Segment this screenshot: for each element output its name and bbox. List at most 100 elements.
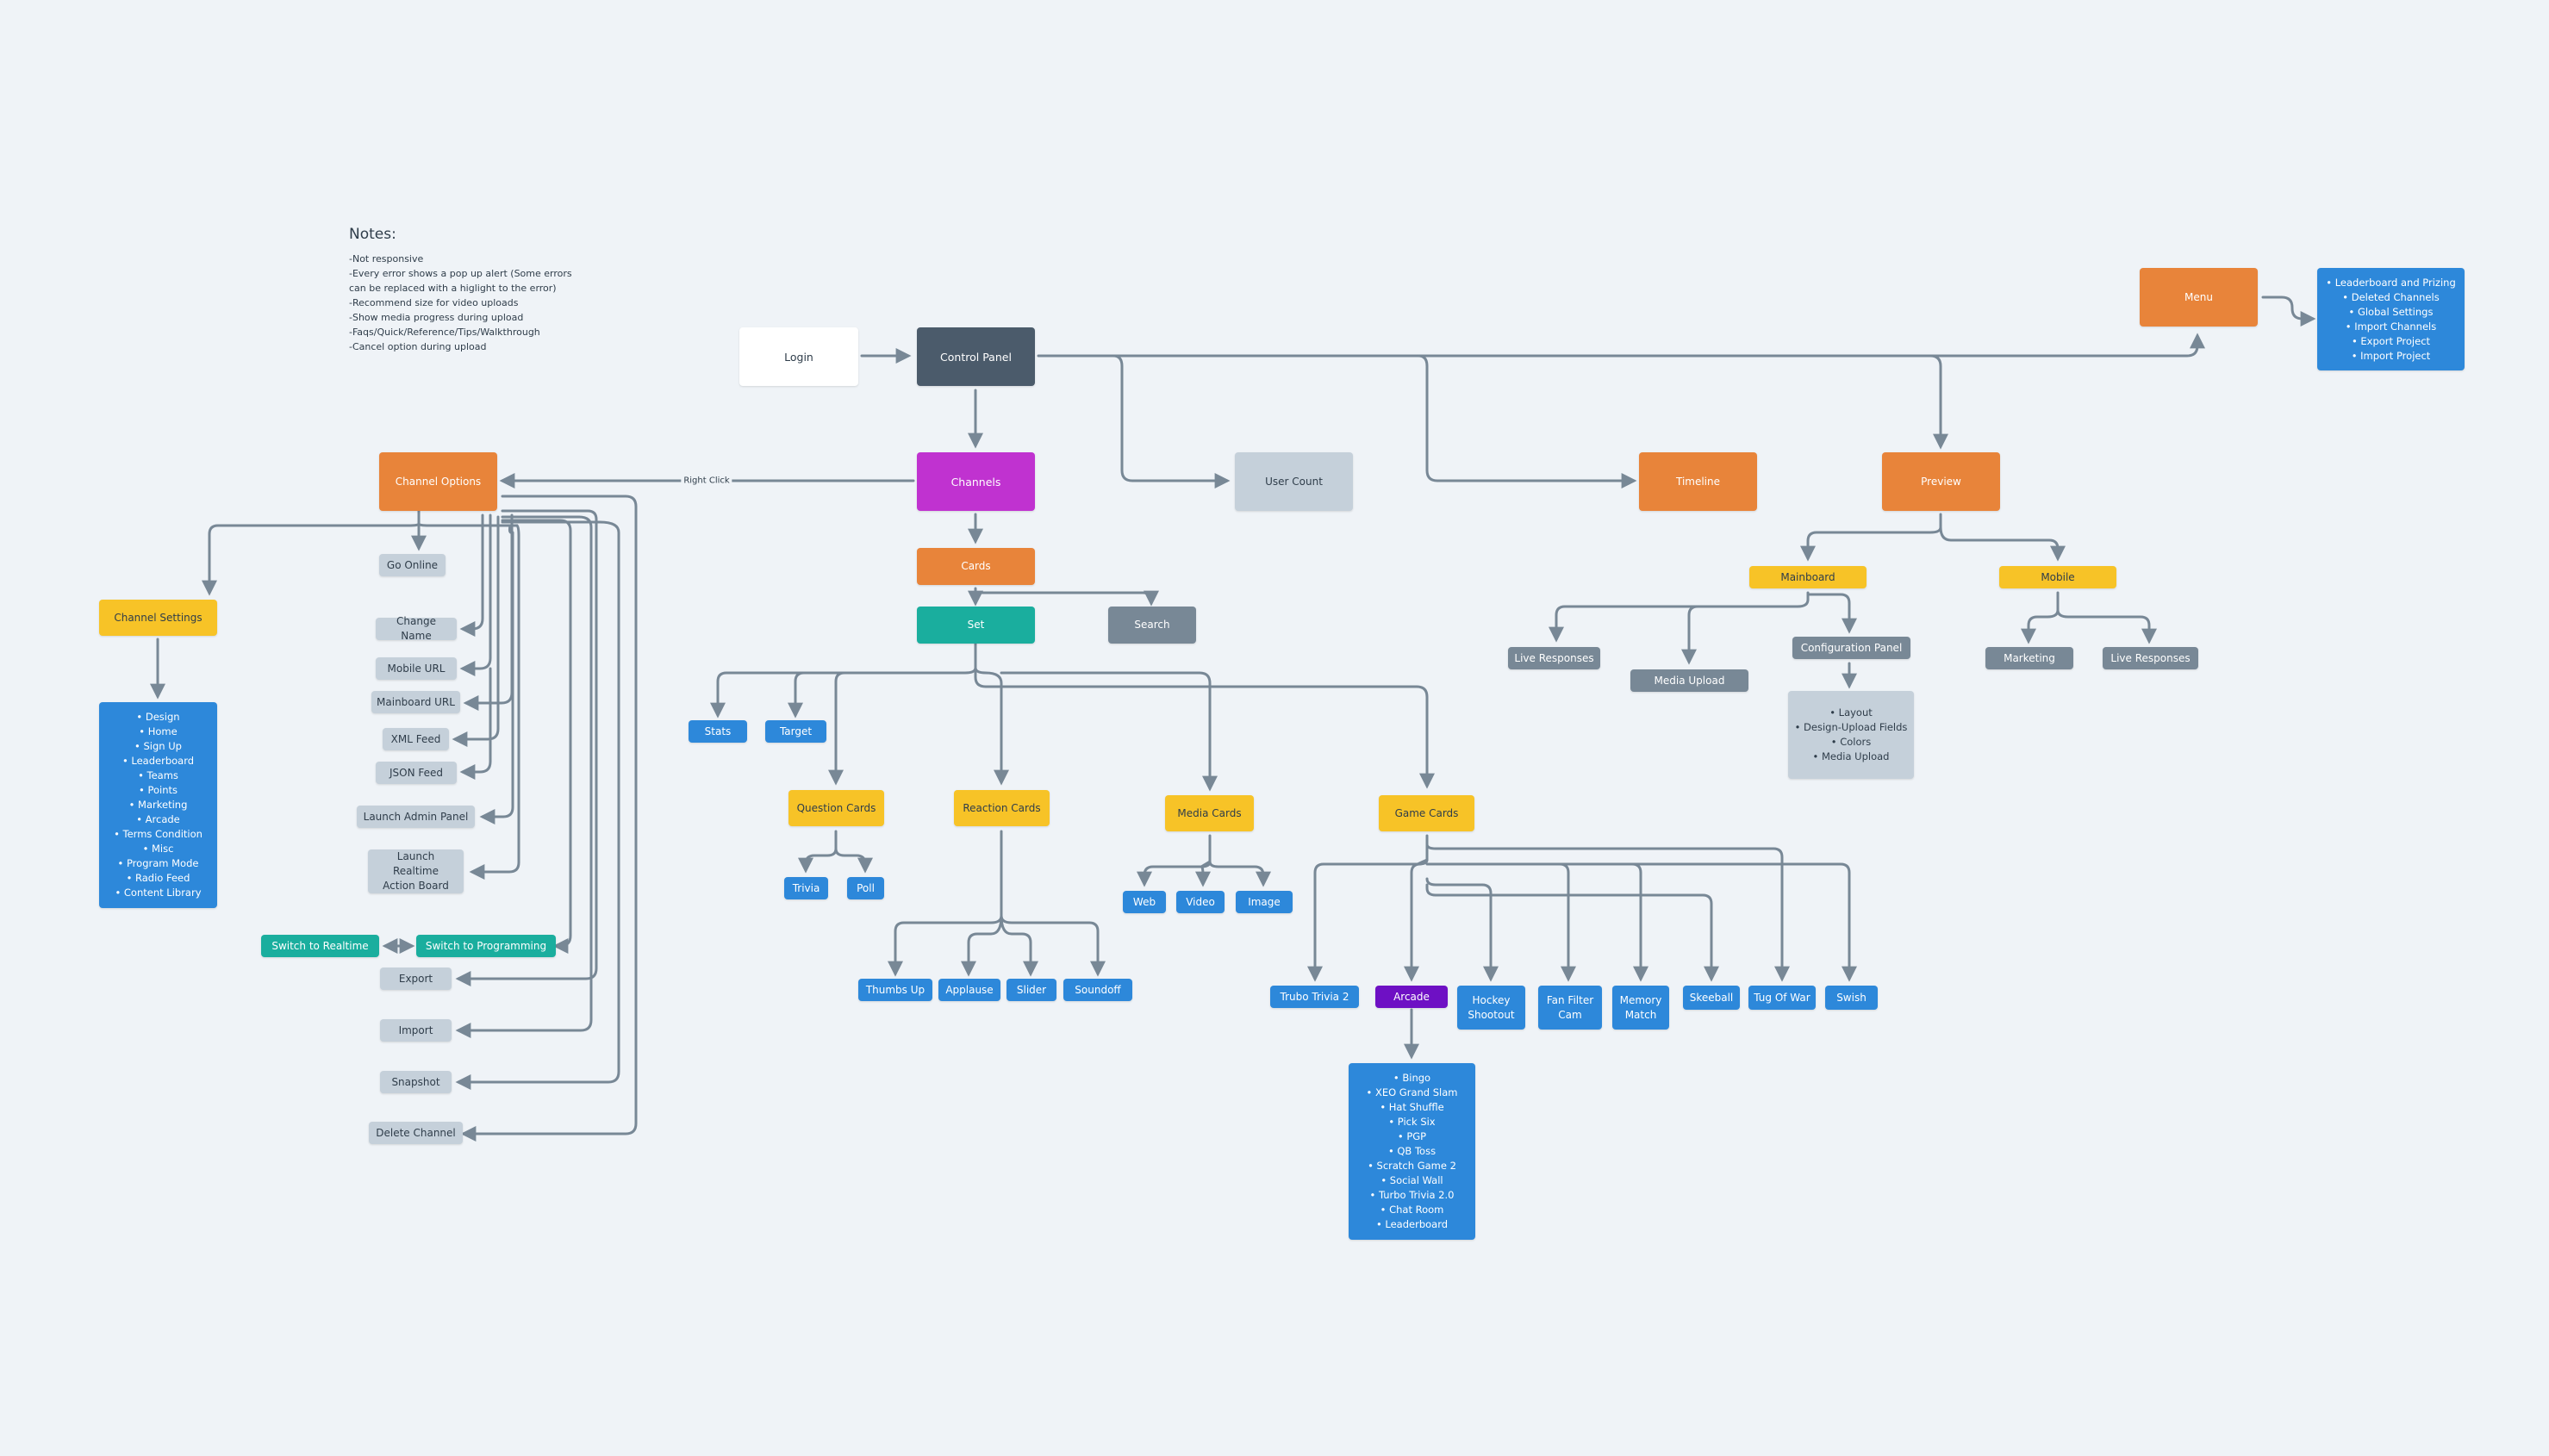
node-label: Launch Realtime [393, 850, 439, 877]
node-skeeball[interactable]: Skeeball [1683, 986, 1740, 1010]
node-web[interactable]: Web [1123, 891, 1166, 913]
node-user-count[interactable]: User Count [1235, 452, 1353, 511]
list-item: • Deleted Channels [2342, 290, 2440, 303]
node-launch-realtime-action-board[interactable]: Launch Realtime Action Board [368, 849, 464, 893]
node-label: Launch Admin Panel [363, 810, 469, 823]
edge-options-xml [452, 515, 500, 747]
node-fan-filter-cam[interactable]: Fan Filter Cam [1538, 986, 1602, 1030]
node-swish[interactable]: Swish [1825, 986, 1878, 1010]
node-mobile-url[interactable]: Mobile URL [376, 657, 457, 680]
node-label: Poll [857, 881, 875, 894]
node-launch-admin-panel[interactable]: Launch Admin Panel [357, 806, 475, 828]
node-poll[interactable]: Poll [847, 877, 884, 899]
node-label: Export [398, 972, 433, 985]
node-target[interactable]: Target [765, 720, 826, 743]
node-channel-settings[interactable]: Channel Settings [99, 600, 217, 636]
node-soundoff[interactable]: Soundoff [1063, 979, 1132, 1001]
node-game-cards[interactable]: Game Cards [1379, 795, 1474, 831]
node-channel-options[interactable]: Channel Options [379, 452, 497, 511]
list-item: • Social Wall [1380, 1174, 1443, 1186]
edge-game-swish [1630, 862, 1857, 982]
node-thumbs-up[interactable]: Thumbs Up [858, 979, 932, 1001]
edge-control-bus [1037, 333, 2205, 358]
node-tug-of-war[interactable]: Tug Of War [1748, 986, 1816, 1010]
node-mobile-live-responses[interactable]: Live Responses [2103, 647, 2198, 669]
list-item: • Points [139, 784, 178, 796]
edge-preview-mobile [1939, 526, 2066, 562]
node-mainboard-live-responses[interactable]: Live Responses [1508, 647, 1600, 669]
node-login[interactable]: Login [739, 327, 858, 386]
node-label: Mainboard [1780, 570, 1835, 583]
node-label: Marketing [2004, 651, 2055, 664]
node-label: Stats [704, 725, 732, 737]
node-delete-channel[interactable]: Delete Channel [369, 1122, 463, 1144]
node-reaction-cards[interactable]: Reaction Cards [954, 790, 1050, 826]
node-label: Channel Options [395, 475, 482, 488]
node-cards[interactable]: Cards [917, 548, 1035, 585]
edge-game-memory [1558, 862, 1648, 982]
node-stats[interactable]: Stats [689, 720, 747, 743]
list-item: • Global Settings [2348, 305, 2434, 318]
node-mobile-marketing[interactable]: Marketing [1985, 647, 2073, 669]
node-applause[interactable]: Applause [938, 979, 1000, 1001]
edge-options-mobile-url [459, 513, 492, 676]
node-video[interactable]: Video [1176, 891, 1225, 913]
list-item: • Chat Room [1380, 1204, 1444, 1216]
node-search[interactable]: Search [1108, 607, 1196, 644]
node-configuration-panel[interactable]: Configuration Panel [1792, 637, 1910, 659]
node-arcade[interactable]: Arcade [1375, 986, 1448, 1008]
node-label: Fan Filter [1546, 993, 1594, 1006]
node-label: Memory [1619, 993, 1662, 1006]
node-media-cards[interactable]: Media Cards [1165, 795, 1254, 831]
node-image[interactable]: Image [1236, 891, 1293, 913]
node-switch-to-realtime[interactable]: Switch to Realtime [261, 935, 379, 957]
node-mainboard-media-upload[interactable]: Media Upload [1630, 669, 1748, 692]
node-hockey-shootout[interactable]: Hockey Shootout [1457, 986, 1525, 1030]
node-memory-match[interactable]: Memory Match [1612, 986, 1669, 1030]
list-item: • Media Upload [1812, 750, 1890, 762]
node-go-online[interactable]: Go Online [379, 554, 446, 576]
node-question-cards[interactable]: Question Cards [788, 790, 884, 826]
node-change-name[interactable]: Change Name [376, 615, 457, 642]
node-label: Change Name [396, 615, 436, 642]
node-label: Channel Settings [114, 611, 203, 624]
edge-game-tugofwar [1425, 843, 1790, 982]
node-mainboard[interactable]: Mainboard [1749, 566, 1867, 588]
node-xml-feed[interactable]: XML Feed [383, 728, 449, 750]
node-trubo-trivia-2[interactable]: Trubo Trivia 2 [1270, 986, 1359, 1008]
node-channels[interactable]: Channels [917, 452, 1035, 511]
edge-game-fanfilter [1425, 862, 1576, 982]
node-label: Arcade [1393, 990, 1430, 1003]
node-label: Image [1248, 895, 1281, 908]
node-trivia[interactable]: Trivia [784, 877, 828, 899]
edge-options-snapshot [455, 520, 620, 1090]
node-import[interactable]: Import [380, 1019, 452, 1042]
list-item: • Export Project [2351, 334, 2431, 347]
node-export[interactable]: Export [380, 968, 452, 990]
edge-control-timeline [1417, 354, 1637, 488]
node-set[interactable]: Set [917, 607, 1035, 644]
arcade-games-list: • Bingo • XEO Grand Slam • Hat Shuffle •… [1349, 1063, 1475, 1240]
node-mobile[interactable]: Mobile [1999, 566, 2116, 588]
node-snapshot[interactable]: Snapshot [380, 1071, 452, 1093]
list-item: • Program Mode [117, 857, 199, 869]
node-label: Cam [1558, 1008, 1582, 1021]
edge-mobile-live [2056, 608, 2157, 644]
node-mainboard-url[interactable]: Mainboard URL [371, 691, 460, 713]
node-control-panel[interactable]: Control Panel [917, 327, 1035, 386]
node-label: Applause [945, 983, 994, 996]
edge-game-arcade [1404, 858, 1429, 982]
node-label: Switch to Programming [425, 939, 547, 952]
node-timeline[interactable]: Timeline [1639, 452, 1757, 511]
node-slider[interactable]: Slider [1007, 979, 1056, 1001]
node-label: Import [398, 1024, 433, 1036]
node-preview[interactable]: Preview [1882, 452, 2000, 511]
list-item: • Teams [138, 769, 178, 781]
node-menu[interactable]: Menu [2140, 268, 2258, 327]
node-switch-to-programming[interactable]: Switch to Programming [416, 935, 556, 957]
node-label: Go Online [386, 558, 439, 571]
edge-options-change-name [459, 513, 484, 637]
note-line: -Show media progress during upload [349, 312, 524, 323]
edge-question-poll [834, 847, 873, 874]
node-json-feed[interactable]: JSON Feed [376, 762, 457, 784]
